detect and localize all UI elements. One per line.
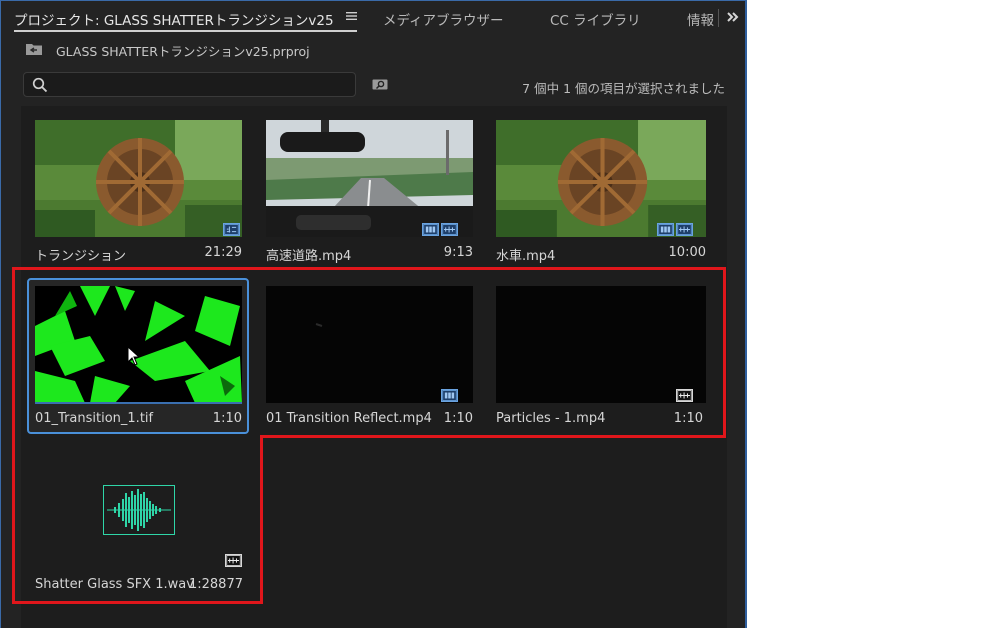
item-name: 01 Transition Reflect.mp4 [266,411,432,426]
item-name: 高速道路.mp4 [266,249,352,264]
tab-project[interactable]: プロジェクト: GLASS SHATTERトランジションv25 [14,9,334,29]
item-thumbnail [35,120,242,237]
overflow-chevrons-icon[interactable] [726,10,740,24]
item-name: Shatter Glass SFX 1.wav [35,577,194,592]
item-thumbnail [266,286,473,403]
audio-badge-icon [676,389,693,402]
audio-badge-icon [676,223,693,236]
project-panel: プロジェクト: GLASS SHATTERトランジションv25 メディアブラウザ… [0,0,747,628]
item-thumbnail [496,120,706,237]
waterwheel-thumbnail [35,120,242,237]
search-input[interactable] [56,75,350,96]
project-item[interactable]: Particles - 1.mp4 1:10 [482,272,706,426]
item-duration: 21:29 [204,245,242,260]
waterwheel-thumbnail [496,120,706,237]
video-badge-icon [657,223,674,236]
item-thumbnail [496,286,706,403]
find-icon[interactable] [372,78,389,91]
item-name: 水車.mp4 [496,249,556,264]
highway-thumbnail [266,120,473,237]
item-duration: 1:10 [212,411,242,426]
item-name: トランジション [35,249,127,264]
panel-tab-bar: プロジェクト: GLASS SHATTERトランジションv25 メディアブラウザ… [1,1,745,34]
item-duration: 9:13 [443,245,473,260]
project-item-selected[interactable]: 01_Transition_1.tif 1:10 [21,272,242,426]
project-item[interactable]: 水車.mp4 10:00 [482,106,706,264]
item-duration: 10:00 [668,245,706,260]
project-item[interactable]: トランジション 21:29 [21,106,242,264]
tab-divider [718,9,719,27]
item-name: Particles - 1.mp4 [496,411,606,426]
search-icon [32,77,48,93]
selection-status: 7 個中 1 個の項目が選択されました [522,81,725,96]
mouse-cursor-icon [127,346,141,366]
black-thumbnail [266,286,473,403]
active-tab-underline [14,30,357,32]
panel-menu-icon[interactable] [346,11,357,21]
green-shards-thumbnail [35,286,242,403]
item-thumbnail [266,120,473,237]
project-item[interactable]: 01 Transition Reflect.mp4 1:10 [252,272,473,426]
item-duration: 1:10 [673,411,703,426]
tab-cc-library[interactable]: CC ライブラリ [550,9,641,29]
waveform-icon [103,485,175,535]
project-item[interactable]: 高速道路.mp4 9:13 [252,106,473,264]
tab-info[interactable]: 情報 [687,9,714,29]
item-duration: 1:10 [443,411,473,426]
tab-media-browser[interactable]: メディアブラウザー [383,9,504,29]
item-name: 01_Transition_1.tif [35,411,154,426]
search-box[interactable] [23,72,356,97]
sequence-badge-icon [223,223,240,236]
folder-up-icon[interactable] [25,42,43,56]
project-item[interactable]: Shatter Glass SFX 1.wav 1:28877 [21,438,243,592]
icon-view-grid: トランジション 21:29 高速道路.mp4 9:13 水車.mp4 10:00… [21,106,727,628]
video-badge-icon [441,389,458,402]
item-thumbnail [35,286,242,403]
video-badge-icon [422,223,439,236]
item-duration: 1:28877 [188,577,243,592]
scrub-progress-bar[interactable] [35,402,242,404]
audio-badge-icon [225,554,242,567]
project-file-name: GLASS SHATTERトランジションv25.prproj [56,44,310,59]
audio-badge-icon [441,223,458,236]
